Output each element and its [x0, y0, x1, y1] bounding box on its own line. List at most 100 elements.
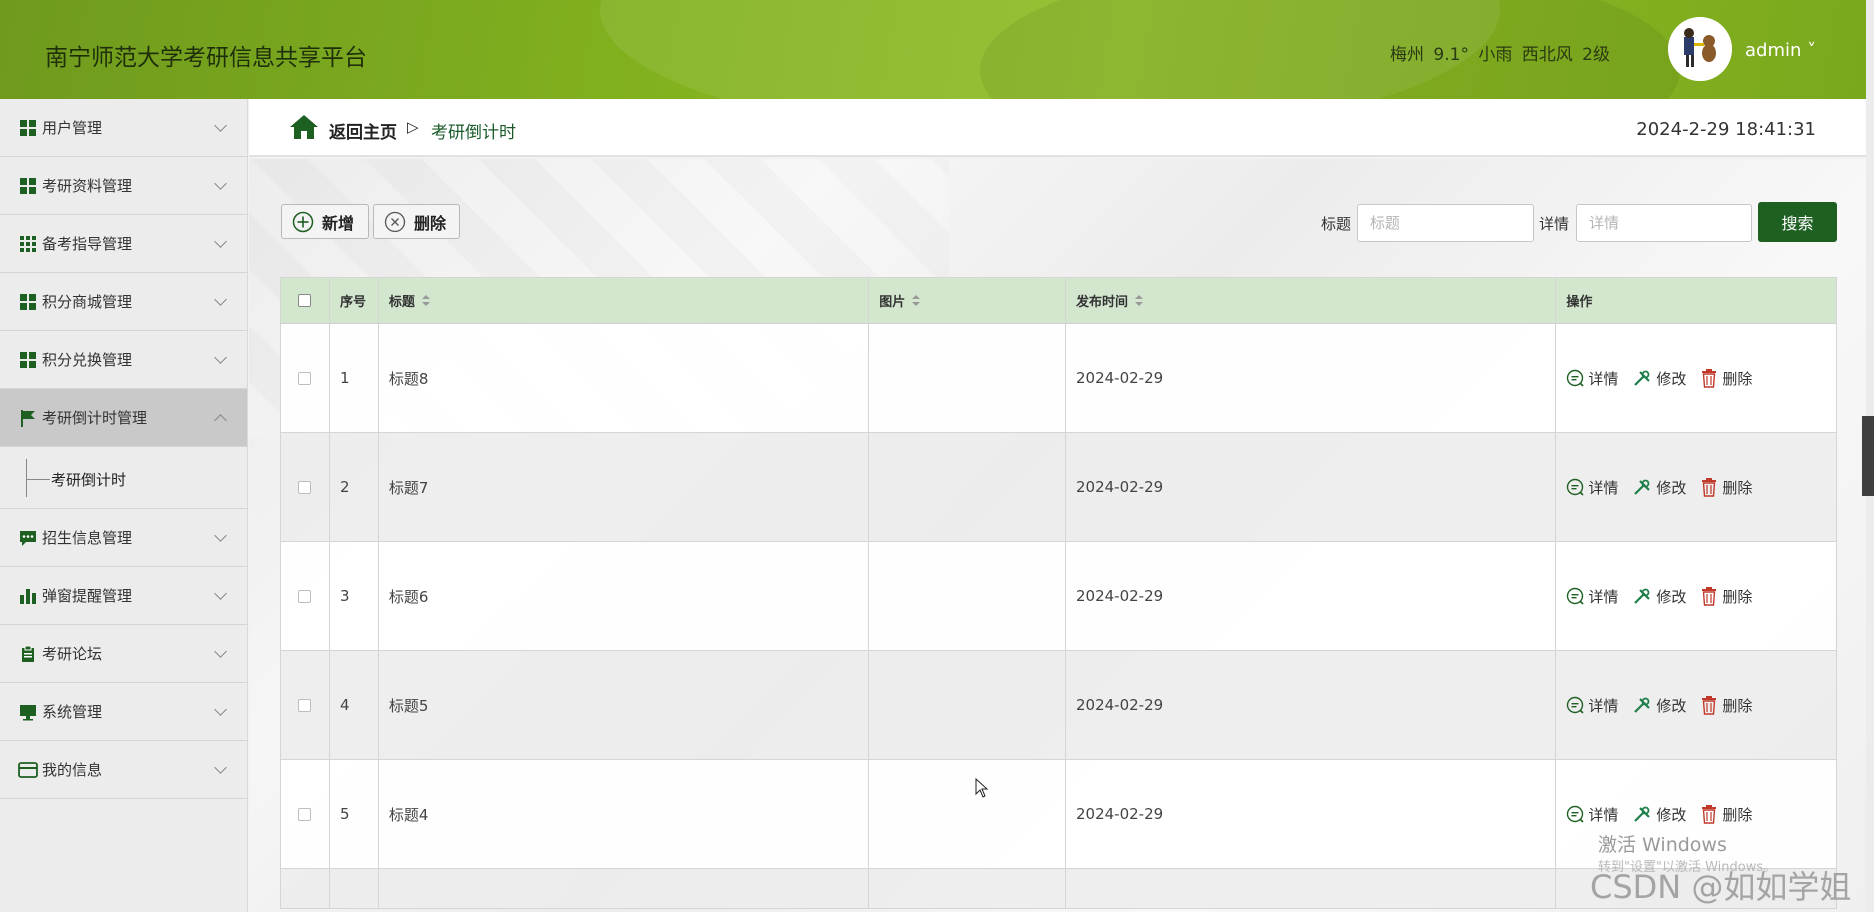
detail-action[interactable]: 详情 — [1566, 477, 1618, 498]
plus-circle-icon — [292, 211, 314, 232]
sidebar-item-points-exchange[interactable]: 积分兑换管理 — [0, 331, 247, 389]
user-menu[interactable]: admin ˅ — [1745, 40, 1816, 61]
row-title: 标题6 — [379, 542, 870, 650]
sidebar-item-materials[interactable]: 考研资料管理 — [0, 157, 247, 215]
delete-button-label: 删除 — [414, 213, 447, 233]
search-button[interactable]: 搜索 — [1758, 202, 1837, 242]
detail-action[interactable]: 详情 — [1566, 695, 1618, 716]
row-title: 标题5 — [379, 651, 870, 759]
edit-action[interactable]: 修改 — [1632, 804, 1686, 825]
sidebar-subitem-countdown[interactable]: 考研倒计时 — [0, 447, 247, 509]
sidebar-item-label: 备考指导管理 — [42, 235, 133, 253]
add-button-label: 新增 — [322, 213, 355, 233]
row-index: 3 — [330, 542, 379, 650]
row-checkbox[interactable] — [298, 589, 312, 603]
grid-icon — [18, 350, 38, 370]
edit-action[interactable]: 修改 — [1632, 586, 1686, 607]
select-all-checkbox[interactable] — [298, 294, 312, 307]
detail-icon — [1567, 696, 1584, 714]
row-index: 1 — [330, 324, 379, 432]
row-image-cell — [869, 869, 1066, 908]
sort-icon[interactable] — [1135, 294, 1144, 307]
title-search-label: 标题 — [1321, 215, 1352, 233]
chevron-down-icon — [214, 235, 227, 248]
sidebar-item-points-mall[interactable]: 积分商城管理 — [0, 273, 247, 331]
trash-icon — [1702, 587, 1717, 606]
delete-action[interactable]: 删除 — [1700, 368, 1752, 389]
sidebar-item-user-management[interactable]: 用户管理 — [0, 99, 247, 157]
delete-button[interactable]: 删除 — [373, 204, 460, 239]
row-image — [869, 324, 1066, 432]
breadcrumb-current: 考研倒计时 — [431, 123, 516, 143]
sidebar-item-label: 招生信息管理 — [42, 529, 133, 547]
delete-action[interactable]: 删除 — [1700, 586, 1752, 607]
row-actions: 详情 修改 删除 — [1556, 433, 1836, 541]
breadcrumb-home-link[interactable]: 返回主页 — [329, 118, 397, 143]
mouse-cursor-icon — [975, 778, 989, 798]
add-button[interactable]: 新增 — [281, 204, 369, 239]
detail-icon — [1567, 805, 1584, 823]
chevron-down-icon — [214, 645, 227, 658]
tree-line — [26, 479, 50, 480]
column-header-date[interactable]: 发布时间 — [1066, 278, 1557, 323]
delete-action[interactable]: 删除 — [1700, 695, 1752, 716]
detail-search-input[interactable] — [1576, 204, 1752, 242]
sidebar-item-admission[interactable]: 招生信息管理 — [0, 509, 247, 567]
sidebar-item-my-info[interactable]: 我的信息 — [0, 741, 247, 799]
sidebar-item-label: 积分兑换管理 — [42, 351, 133, 369]
edit-action[interactable]: 修改 — [1632, 695, 1686, 716]
sidebar-item-label: 用户管理 — [42, 119, 103, 137]
row-checkbox[interactable] — [298, 480, 312, 494]
bar-chart-icon — [18, 586, 38, 606]
home-icon[interactable] — [289, 114, 319, 144]
sidebar-item-forum[interactable]: 考研论坛 — [0, 625, 247, 683]
row-select-cell — [281, 324, 330, 432]
row-actions: 详情 修改 删除 — [1556, 542, 1836, 650]
grid-icon — [18, 176, 38, 196]
detail-icon — [1567, 478, 1584, 496]
detail-action[interactable]: 详情 — [1566, 368, 1618, 389]
row-index: 5 — [330, 760, 379, 868]
sidebar-item-system[interactable]: 系统管理 — [0, 683, 247, 741]
row-actions: 详情 修改 删除 — [1556, 324, 1836, 432]
sidebar-item-label: 系统管理 — [42, 703, 103, 721]
edit-action[interactable]: 修改 — [1632, 477, 1686, 498]
wrench-icon — [1634, 806, 1651, 822]
row-date: 2024-02-29 — [1066, 542, 1557, 650]
row-date-cell — [1066, 869, 1557, 908]
row-title: 标题4 — [379, 760, 870, 868]
monitor-icon — [18, 702, 38, 722]
main-content: 新增 删除 标题 详情 搜索 序号 标题 图片 发布时间 操作 1 标题8 20… — [249, 159, 1874, 912]
row-image — [869, 542, 1066, 650]
sidebar-item-countdown[interactable]: 考研倒计时管理 — [0, 389, 247, 447]
row-checkbox[interactable] — [298, 807, 312, 821]
delete-action[interactable]: 删除 — [1700, 804, 1752, 825]
sidebar-item-guidance[interactable]: 备考指导管理 — [0, 215, 247, 273]
column-header-image[interactable]: 图片 — [869, 278, 1066, 323]
scrollbar-thumb[interactable] — [1862, 416, 1874, 496]
delete-action[interactable]: 删除 — [1700, 477, 1752, 498]
detail-action[interactable]: 详情 — [1566, 804, 1618, 825]
sidebar-item-popup-reminders[interactable]: 弹窗提醒管理 — [0, 567, 247, 625]
top-header: 南宁师范大学考研信息共享平台 梅州 9.1° 小雨 西北风 2级 admin ˅ — [0, 0, 1874, 99]
sidebar-item-label: 我的信息 — [42, 761, 103, 779]
chevron-down-icon — [214, 177, 227, 190]
row-date: 2024-02-29 — [1066, 433, 1557, 541]
column-header-title[interactable]: 标题 — [379, 278, 870, 323]
table-header: 序号 标题 图片 发布时间 操作 — [281, 278, 1836, 324]
column-header-index: 序号 — [330, 278, 379, 323]
avatar[interactable] — [1668, 17, 1732, 81]
select-all-cell — [281, 278, 330, 323]
row-checkbox[interactable] — [298, 698, 312, 712]
sort-icon[interactable] — [421, 294, 430, 307]
row-checkbox[interactable] — [298, 371, 312, 385]
edit-action[interactable]: 修改 — [1632, 368, 1686, 389]
detail-action[interactable]: 详情 — [1566, 586, 1618, 607]
grid-icon — [18, 292, 38, 312]
title-search-input[interactable] — [1357, 204, 1534, 242]
sidebar-item-label: 考研倒计时管理 — [42, 409, 148, 427]
sidebar-item-label: 考研论坛 — [42, 645, 103, 663]
chevron-down-icon — [214, 119, 227, 132]
sort-icon[interactable] — [912, 294, 921, 307]
trash-icon — [1702, 696, 1717, 715]
